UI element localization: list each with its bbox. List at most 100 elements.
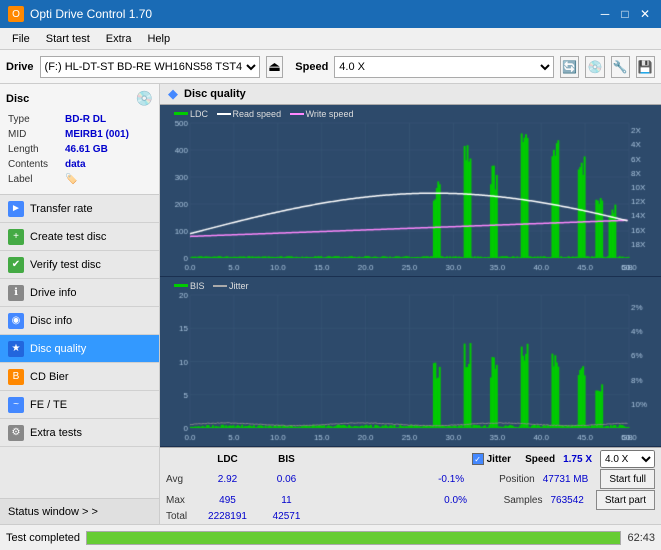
menu-bar: File Start test Extra Help [0, 28, 661, 50]
speed-current-val: 1.75 X [563, 454, 592, 465]
sidebar-item-disc-quality[interactable]: ★ Disc quality [0, 335, 159, 363]
total-bis: 42571 [259, 511, 314, 522]
fe-te-icon: ~ [8, 397, 24, 413]
total-ldc: 2228191 [200, 511, 255, 522]
menu-extra[interactable]: Extra [98, 31, 140, 47]
max-bis: 11 [259, 495, 314, 506]
sidebar-item-create-test-disc[interactable]: + Create test disc [0, 223, 159, 251]
sidebar-item-cd-bier[interactable]: B CD Bier [0, 363, 159, 391]
mid-value: MEIRB1 (001) [65, 128, 151, 141]
extra-tests-icon: ⚙ [8, 425, 24, 441]
samples-val: 763542 [550, 495, 583, 506]
menu-start-test[interactable]: Start test [38, 31, 98, 47]
fe-te-label: FE / TE [30, 399, 67, 411]
charts-area: LDC Read speed Write speed [160, 105, 661, 447]
disc-info-icon: ◉ [8, 313, 24, 329]
content-area: ◆ Disc quality LDC Read speed [160, 84, 661, 524]
extra-tests-label: Extra tests [30, 427, 82, 439]
create-test-disc-label: Create test disc [30, 231, 106, 243]
bis-legend-color [174, 284, 188, 287]
position-val: 47731 MB [543, 474, 589, 485]
menu-help[interactable]: Help [139, 31, 178, 47]
avg-label: Avg [166, 474, 196, 485]
contents-label: Contents [8, 158, 63, 171]
ldc-col-header: LDC [200, 454, 255, 465]
speed-dropdown[interactable]: 4.0 X [600, 450, 655, 468]
window-controls: ─ □ ✕ [597, 6, 653, 22]
start-full-button[interactable]: Start full [600, 469, 655, 489]
disc-quality-icon: ★ [8, 341, 24, 357]
disc-label-icon: 🏷️ [65, 173, 151, 186]
type-label: Type [8, 113, 63, 126]
dq-icon: ◆ [168, 86, 178, 102]
title-bar: O Opti Drive Control 1.70 ─ □ ✕ [0, 0, 661, 28]
sidebar-item-fe-te[interactable]: ~ FE / TE [0, 391, 159, 419]
disc-info-table: Type BD-R DL MID MEIRB1 (001) Length 46.… [6, 111, 153, 188]
chart2-legend: BIS Jitter [174, 279, 249, 291]
disc-quality-header: ◆ Disc quality [160, 84, 661, 105]
bis-chart-container: BIS Jitter [160, 277, 661, 447]
save-button[interactable]: 💾 [636, 56, 655, 78]
cd-bier-icon: B [8, 369, 24, 385]
stats-avg-row: Avg 2.92 0.06 -0.1% Position 47731 MB St… [166, 469, 655, 489]
speed-label: Speed [295, 61, 328, 73]
speed-col-header: Speed [525, 454, 555, 465]
ldc-legend-color [174, 112, 188, 115]
transfer-rate-label: Transfer rate [30, 203, 93, 215]
avg-jitter: -0.1% [411, 474, 491, 485]
app-title: O Opti Drive Control 1.70 [8, 6, 152, 22]
jitter-col-header: Jitter [487, 454, 511, 465]
dq-title: Disc quality [184, 88, 246, 100]
disc-icon-button[interactable]: 💿 [585, 56, 604, 78]
create-test-disc-icon: + [8, 229, 24, 245]
ldc-chart-container: LDC Read speed Write speed [160, 105, 661, 277]
transfer-rate-icon: ► [8, 201, 24, 217]
time-label: 62:43 [627, 532, 655, 544]
cd-bier-label: CD Bier [30, 371, 69, 383]
speed-select[interactable]: 4.0 X [334, 56, 554, 78]
write-speed-legend-color [290, 113, 304, 115]
verify-test-disc-label: Verify test disc [30, 259, 101, 271]
disc-quality-label: Disc quality [30, 343, 86, 355]
eject-button[interactable]: ⏏ [266, 56, 284, 78]
maximize-button[interactable]: □ [617, 6, 633, 22]
max-ldc: 495 [200, 495, 255, 506]
bis-col-header: BIS [259, 454, 314, 465]
stats-total-row: Total 2228191 42571 [166, 511, 655, 522]
drive-info-label: Drive info [30, 287, 76, 299]
config-button[interactable]: 🔧 [611, 56, 630, 78]
menu-file[interactable]: File [4, 31, 38, 47]
position-label: Position [499, 474, 535, 485]
sidebar: Disc 💿 Type BD-R DL MID MEIRB1 (001) Len… [0, 84, 160, 524]
disc-icon: 💿 [136, 90, 153, 107]
drive-select[interactable]: (F:) HL-DT-ST BD-RE WH16NS58 TST4 [40, 56, 260, 78]
read-speed-legend-color [217, 113, 231, 115]
stats-header-row: LDC BIS ✓ Jitter Speed 1.75 X 4.0 X [166, 450, 655, 468]
app-icon: O [8, 6, 24, 22]
avg-ldc: 2.92 [200, 474, 255, 485]
bottom-status-bar: Test completed 62:43 [0, 524, 661, 550]
sidebar-item-drive-info[interactable]: ℹ Drive info [0, 279, 159, 307]
stats-bar: LDC BIS ✓ Jitter Speed 1.75 X 4.0 X Avg … [160, 447, 661, 524]
drive-info-icon: ℹ [8, 285, 24, 301]
disc-label-label: Label [8, 173, 63, 186]
sidebar-item-extra-tests[interactable]: ⚙ Extra tests [0, 419, 159, 447]
jitter-checkbox[interactable]: ✓ [472, 453, 484, 465]
bis-chart [160, 277, 661, 446]
disc-panel-title: Disc [6, 93, 29, 105]
start-part-button[interactable]: Start part [596, 490, 655, 510]
max-jitter: 0.0% [416, 495, 496, 506]
sidebar-item-transfer-rate[interactable]: ► Transfer rate [0, 195, 159, 223]
sidebar-item-disc-info[interactable]: ◉ Disc info [0, 307, 159, 335]
avg-bis: 0.06 [259, 474, 314, 485]
verify-test-disc-icon: ✔ [8, 257, 24, 273]
minimize-button[interactable]: ─ [597, 6, 613, 22]
max-label: Max [166, 495, 196, 506]
length-label: Length [8, 143, 63, 156]
sidebar-item-verify-test-disc[interactable]: ✔ Verify test disc [0, 251, 159, 279]
chart1-legend: LDC Read speed Write speed [174, 107, 353, 119]
status-window-button[interactable]: Status window > > [0, 498, 159, 524]
refresh-button[interactable]: 🔄 [560, 56, 579, 78]
close-button[interactable]: ✕ [637, 6, 653, 22]
progress-bar [86, 531, 621, 545]
